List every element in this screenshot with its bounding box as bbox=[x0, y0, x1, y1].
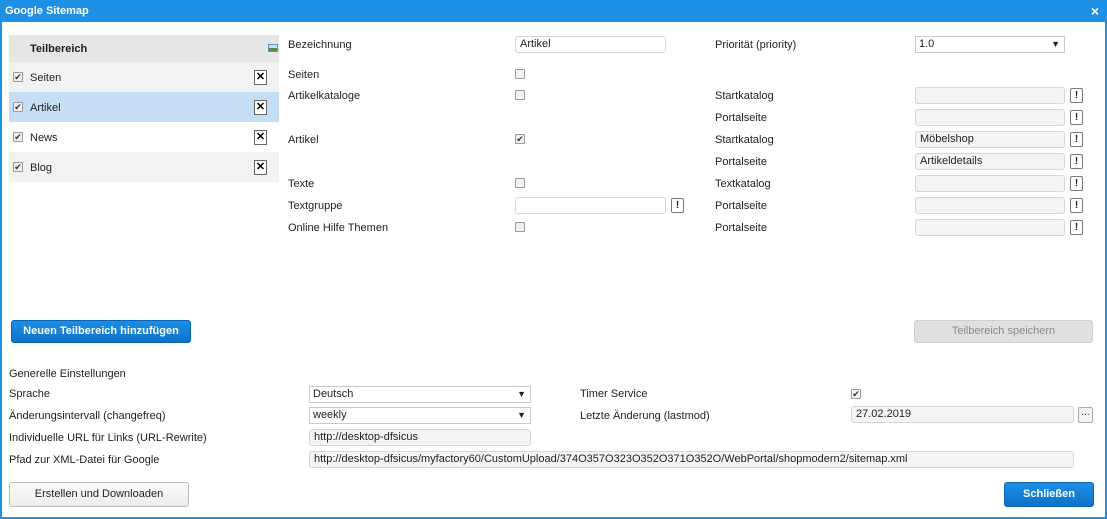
title-bar: Google Sitemap × bbox=[0, 0, 1107, 22]
textkatalog-input[interactable] bbox=[915, 175, 1065, 192]
timer-service-checkbox[interactable]: ✔ bbox=[851, 389, 861, 399]
window-border-left bbox=[0, 22, 2, 519]
add-section-button[interactable]: Neuen Teilbereich hinzufügen bbox=[11, 320, 191, 343]
sidebar-item-blog[interactable]: ✔ Blog ✕ bbox=[9, 152, 279, 182]
artikel-checkbox[interactable]: ✔ bbox=[515, 134, 525, 144]
url-rewrite-label: Individuelle URL für Links (URL-Rewrite) bbox=[9, 432, 207, 444]
prioritaet-value: 1.0 bbox=[919, 38, 935, 50]
online-hilfe-checkbox[interactable] bbox=[515, 222, 525, 232]
seiten-label: Seiten bbox=[288, 69, 320, 81]
textgruppe-label: Textgruppe bbox=[288, 200, 343, 212]
sidebar-header-label: Teilbereich bbox=[30, 43, 88, 55]
lastmod-label: Letzte Änderung (lastmod) bbox=[580, 410, 710, 422]
sidebar-item-seiten[interactable]: ✔ Seiten ✕ bbox=[9, 62, 279, 92]
sprache-label: Sprache bbox=[9, 388, 50, 400]
close-button[interactable]: Schließen bbox=[1004, 482, 1094, 507]
textkatalog-label: Textkatalog bbox=[715, 178, 771, 190]
portalseite-label: Portalseite bbox=[715, 156, 767, 168]
portalseite-picker-icon[interactable]: ! bbox=[1070, 110, 1083, 125]
sidebar-item-checkbox[interactable]: ✔ bbox=[13, 162, 23, 172]
artikel-label: Artikel bbox=[288, 134, 319, 146]
portalseite-label: Portalseite bbox=[715, 112, 767, 124]
artikelkataloge-startkatalog-input[interactable] bbox=[915, 87, 1065, 104]
startkatalog-label: Startkatalog bbox=[715, 90, 774, 102]
online-hilfe-portalseite-input[interactable] bbox=[915, 219, 1065, 236]
date-picker-icon[interactable]: ... bbox=[1078, 407, 1093, 423]
online-hilfe-label: Online Hilfe Themen bbox=[288, 222, 389, 234]
xml-path-label: Pfad zur XML-Datei für Google bbox=[9, 454, 160, 466]
window-title: Google Sitemap bbox=[5, 5, 89, 17]
sidebar-item-checkbox[interactable]: ✔ bbox=[13, 132, 23, 142]
create-download-button[interactable]: Erstellen und Downloaden bbox=[9, 482, 189, 507]
textgruppe-portalseite-input[interactable] bbox=[915, 197, 1065, 214]
sidebar-item-label: Seiten bbox=[30, 72, 62, 84]
timer-service-label: Timer Service bbox=[580, 388, 648, 400]
xml-path-input[interactable]: http://desktop-dfsicus/myfactory60/Custo… bbox=[309, 451, 1074, 468]
sidebar-item-artikel[interactable]: ✔ Artikel ✕ bbox=[9, 92, 279, 122]
sidebar-item-checkbox[interactable]: ✔ bbox=[13, 102, 23, 112]
sidebar-header: Teilbereich bbox=[9, 35, 279, 62]
delete-icon[interactable]: ✕ bbox=[254, 160, 267, 175]
delete-icon[interactable]: ✕ bbox=[254, 100, 267, 115]
general-settings-heading: Generelle Einstellungen bbox=[9, 368, 126, 380]
artikelkataloge-label: Artikelkataloge bbox=[288, 90, 361, 102]
artikelkataloge-checkbox[interactable] bbox=[515, 90, 525, 100]
url-rewrite-input[interactable]: http://desktop-dfsicus bbox=[309, 429, 531, 446]
sidebar-item-label: Blog bbox=[30, 162, 53, 174]
startkatalog-picker-icon[interactable]: ! bbox=[1070, 88, 1083, 103]
changefreq-label: Änderungsintervall (changefreq) bbox=[9, 410, 166, 422]
close-icon[interactable]: × bbox=[1091, 3, 1099, 19]
startkatalog-picker-icon[interactable]: ! bbox=[1070, 132, 1083, 147]
prioritaet-select[interactable]: 1.0 ▼ bbox=[915, 36, 1065, 53]
portalseite-label: Portalseite bbox=[715, 200, 767, 212]
changefreq-value: weekly bbox=[313, 409, 347, 421]
textkatalog-picker-icon[interactable]: ! bbox=[1070, 176, 1083, 191]
delete-icon[interactable]: ✕ bbox=[254, 70, 267, 85]
sidebar-item-news[interactable]: ✔ News ✕ bbox=[9, 122, 279, 152]
portalseite-label: Portalseite bbox=[715, 222, 767, 234]
changefreq-select[interactable]: weekly ▼ bbox=[309, 407, 531, 424]
dropdown-arrow-icon: ▼ bbox=[517, 410, 526, 420]
startkatalog-label: Startkatalog bbox=[715, 134, 774, 146]
dropdown-arrow-icon: ▼ bbox=[1051, 39, 1060, 49]
save-section-button[interactable]: Teilbereich speichern bbox=[914, 320, 1093, 343]
dropdown-arrow-icon: ▼ bbox=[517, 389, 526, 399]
lastmod-input[interactable]: 27.02.2019 bbox=[851, 406, 1074, 423]
bezeichnung-label: Bezeichnung bbox=[288, 39, 352, 51]
sidebar-item-checkbox[interactable]: ✔ bbox=[13, 72, 23, 82]
portalseite-picker-icon[interactable]: ! bbox=[1070, 220, 1083, 235]
delete-icon[interactable]: ✕ bbox=[254, 130, 267, 145]
portalseite-picker-icon[interactable]: ! bbox=[1070, 198, 1083, 213]
sprache-value: Deutsch bbox=[313, 388, 354, 400]
bezeichnung-input[interactable]: Artikel bbox=[515, 36, 666, 53]
sprache-select[interactable]: Deutsch ▼ bbox=[309, 386, 531, 403]
artikel-portalseite-input[interactable]: Artikeldetails bbox=[915, 153, 1065, 170]
portalseite-picker-icon[interactable]: ! bbox=[1070, 154, 1083, 169]
artikel-startkatalog-input[interactable]: Möbelshop bbox=[915, 131, 1065, 148]
prioritaet-label: Priorität (priority) bbox=[715, 39, 797, 51]
sidebar-item-label: Artikel bbox=[30, 102, 61, 114]
artikelkataloge-portalseite-input[interactable] bbox=[915, 109, 1065, 126]
textgruppe-input[interactable] bbox=[515, 197, 666, 214]
texte-label: Texte bbox=[288, 178, 315, 190]
sidebar-item-label: News bbox=[30, 132, 58, 144]
seiten-checkbox[interactable] bbox=[515, 69, 525, 79]
textgruppe-picker-icon[interactable]: ! bbox=[671, 198, 684, 213]
texte-checkbox[interactable] bbox=[515, 178, 525, 188]
image-icon[interactable] bbox=[268, 44, 278, 52]
